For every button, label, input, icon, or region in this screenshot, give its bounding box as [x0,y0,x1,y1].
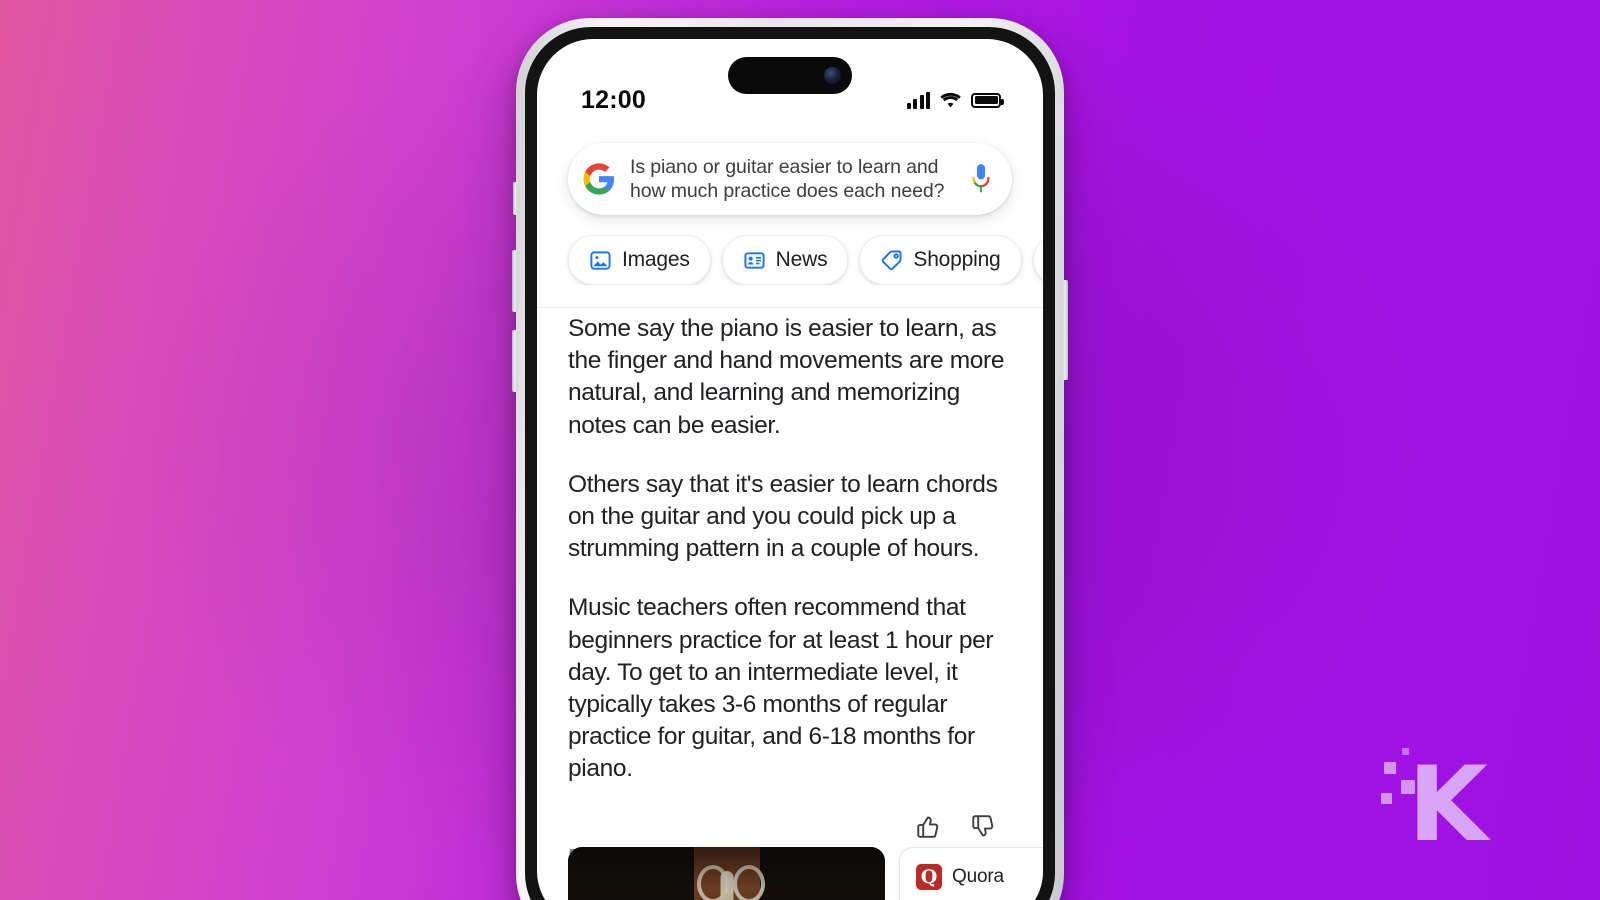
battery-full-icon [971,92,1004,108]
news-article-icon [744,251,765,269]
watermark-pixel-dot [1381,793,1392,804]
price-tag-icon [882,249,902,270]
answer-paragraph: Others say that it's easier to learn cho… [568,470,998,563]
thumbs-up-icon[interactable] [914,813,941,840]
chip-label: News [775,248,828,271]
result-source-card-quora[interactable]: Q Quora Which is eas [899,847,1043,900]
phone-device-frame: 12:00 Is piano or guitar easier to learn… [512,18,1068,900]
image-icon [590,250,611,270]
quora-source-name: Quora [952,866,1004,887]
search-filter-chips[interactable]: Images News Shopping [537,235,1043,285]
result-image-card[interactable] [568,847,885,900]
google-g-icon [583,163,614,195]
search-bar-container: Is piano or guitar easier to learn and h… [537,135,1043,215]
knowtechie-watermark-logo: K [1378,736,1490,857]
front-camera-icon [824,67,841,84]
section-divider [537,307,1043,308]
thumbs-down-icon[interactable] [969,813,996,840]
chip-videos[interactable]: Videos [1032,235,1043,285]
chip-label: Shopping [913,248,1001,271]
search-query-text: Is piano or guitar easier to learn and h… [630,156,945,202]
wifi-icon [940,92,961,107]
silent-switch-button[interactable] [513,182,518,215]
chip-shopping[interactable]: Shopping [859,235,1022,285]
watermark-pixel-dot [1384,762,1396,774]
volume-up-button[interactable] [512,250,518,312]
answer-paragraph: Music teachers often recommend that begi… [568,594,994,783]
result-cards-carousel[interactable]: Q Quora Which is eas [537,847,1043,900]
feedback-controls [568,813,1010,840]
answer-paragraph: Some say the piano is easier to learn, a… [568,315,1005,439]
search-bar[interactable]: Is piano or guitar easier to learn and h… [568,143,1012,215]
screenshot-canvas: K 12:00 Is piano or guitar easier to lea… [0,0,1600,900]
watermark-letter: K [1408,745,1488,865]
status-bar: 12:00 [537,39,1043,135]
phone-bezel: 12:00 Is piano or guitar easier to learn… [525,27,1055,900]
ai-answer-panel: Some say the piano is easier to learn, a… [537,313,1043,869]
chip-label: Images [622,248,690,271]
chip-images[interactable]: Images [568,235,711,285]
quora-source-header: Q Quora [916,864,1043,890]
cellular-bars-icon [906,91,930,109]
volume-down-button[interactable] [512,330,518,392]
dynamic-island [728,57,852,94]
quora-logo-icon: Q [916,864,942,890]
status-bar-indicators [906,91,1004,109]
chip-news[interactable]: News [721,235,849,285]
power-button[interactable] [1062,280,1068,380]
google-mic-icon[interactable] [968,163,994,195]
image-overlay-shade [568,847,885,900]
phone-screen: 12:00 Is piano or guitar easier to learn… [537,39,1043,900]
status-bar-clock: 12:00 [581,85,646,114]
